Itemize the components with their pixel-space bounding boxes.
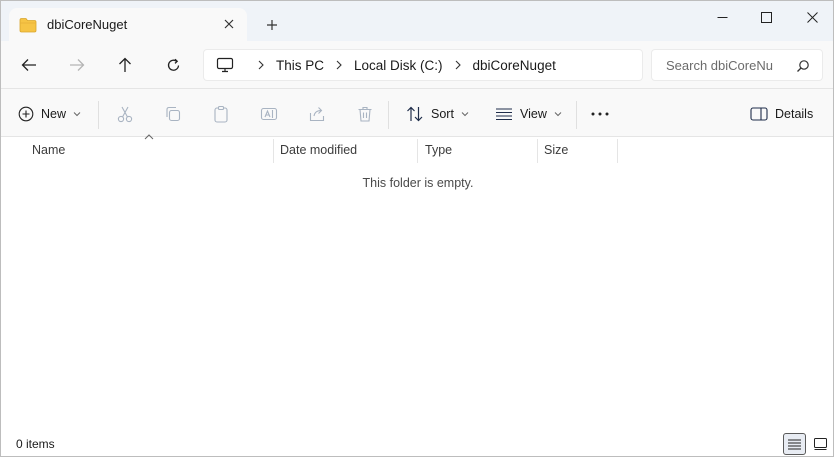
column-name[interactable]: Name <box>32 137 272 163</box>
new-tab-icon[interactable] <box>263 16 281 34</box>
toolbar-divider <box>388 101 389 129</box>
list-view-icon <box>496 108 512 121</box>
tab-active[interactable]: dbiCoreNuget <box>9 8 247 41</box>
column-header: Name Date modified Type Size <box>1 134 833 163</box>
breadcrumb-item-this-pc[interactable]: This PC <box>276 58 324 73</box>
column-type[interactable]: Type <box>425 137 535 163</box>
trash-icon <box>358 106 372 122</box>
refresh-icon[interactable] <box>158 51 188 79</box>
breadcrumb-item-local-disk[interactable]: Local Disk (C:) <box>354 58 443 73</box>
file-explorer-window: dbiCoreNuget This PC Local Disk (C:) dbi… <box>0 0 834 457</box>
paste-button[interactable] <box>212 101 230 127</box>
chevron-down-icon <box>73 112 81 117</box>
chevron-right-icon[interactable] <box>334 59 344 71</box>
new-button-label: New <box>41 107 67 121</box>
toolbar-divider <box>576 101 577 129</box>
title-bar: dbiCoreNuget <box>1 1 833 41</box>
toolbar-divider <box>98 101 99 129</box>
chevron-right-icon[interactable] <box>453 59 463 71</box>
share-icon <box>309 107 325 122</box>
address-row: This PC Local Disk (C:) dbiCoreNuget Sea… <box>1 41 833 89</box>
tiles-view-button[interactable] <box>809 433 831 455</box>
new-button[interactable]: New <box>18 101 81 127</box>
command-bar: New Sort View Details <box>1 89 833 137</box>
up-arrow-icon[interactable] <box>110 51 140 79</box>
column-divider[interactable] <box>537 139 538 163</box>
tiles-view-icon <box>813 438 827 450</box>
back-arrow-icon[interactable] <box>14 51 44 79</box>
share-button[interactable] <box>308 101 326 127</box>
search-box[interactable]: Search dbiCoreNu <box>651 49 823 81</box>
chevron-down-icon <box>554 112 562 117</box>
maximize-icon[interactable] <box>743 1 789 33</box>
chevron-right-icon[interactable] <box>256 59 266 71</box>
clipboard-icon <box>214 105 228 123</box>
forward-arrow-icon[interactable] <box>62 51 92 79</box>
rename-icon <box>260 107 278 121</box>
column-date-modified[interactable]: Date modified <box>280 137 416 163</box>
breadcrumb[interactable]: This PC Local Disk (C:) dbiCoreNuget <box>203 49 643 81</box>
tab-title: dbiCoreNuget <box>47 17 128 32</box>
chevron-down-icon <box>461 112 469 117</box>
details-view-button[interactable] <box>783 433 806 455</box>
column-divider[interactable] <box>417 139 418 163</box>
search-input[interactable]: Search dbiCoreNu <box>666 58 786 73</box>
minimize-icon[interactable] <box>699 1 745 33</box>
folder-icon <box>19 17 37 32</box>
plus-circle-icon <box>18 106 34 122</box>
sort-button[interactable]: Sort <box>406 101 469 127</box>
details-button-label: Details <box>775 107 814 121</box>
more-dots-icon <box>591 112 609 116</box>
column-divider[interactable] <box>617 139 618 163</box>
item-count: 0 items <box>16 437 55 451</box>
scissors-icon <box>117 106 133 123</box>
view-button-label: View <box>520 107 547 121</box>
details-view-icon <box>788 439 801 449</box>
copy-icon <box>166 106 181 122</box>
column-divider[interactable] <box>273 139 274 163</box>
cut-button[interactable] <box>116 101 134 127</box>
sort-button-label: Sort <box>431 107 454 121</box>
this-pc-icon[interactable] <box>216 57 234 73</box>
details-pane-button[interactable]: Details <box>750 101 813 127</box>
search-icon[interactable] <box>796 59 810 73</box>
delete-button[interactable] <box>356 101 374 127</box>
close-window-icon[interactable] <box>789 1 833 33</box>
close-tab-icon[interactable] <box>221 16 237 32</box>
view-button[interactable]: View <box>495 101 562 127</box>
rename-button[interactable] <box>260 101 278 127</box>
breadcrumb-item-current-folder[interactable]: dbiCoreNuget <box>473 58 556 73</box>
details-pane-icon <box>750 107 768 121</box>
see-more-button[interactable] <box>591 101 609 127</box>
copy-button[interactable] <box>164 101 182 127</box>
column-size[interactable]: Size <box>544 137 616 163</box>
empty-folder-message: This folder is empty. <box>362 176 474 190</box>
sort-arrows-icon <box>407 106 423 122</box>
